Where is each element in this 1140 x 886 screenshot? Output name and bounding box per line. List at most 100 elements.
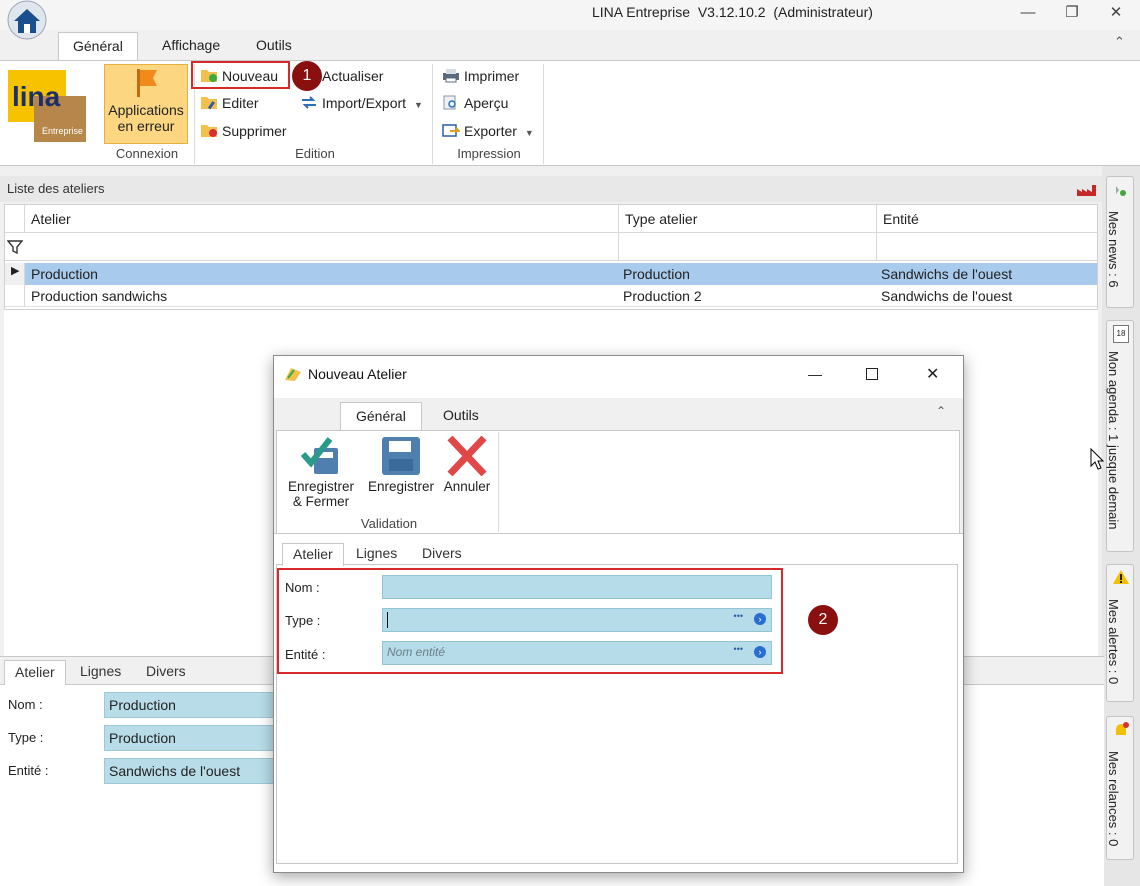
- logo-text: lina: [12, 81, 61, 112]
- enregistrer-button[interactable]: Enregistrer: [364, 436, 438, 494]
- tab-general[interactable]: Général: [58, 32, 138, 60]
- detail-type-field[interactable]: Production: [104, 725, 274, 751]
- logo-subtext: Entreprise: [42, 126, 83, 136]
- restore-button[interactable]: ❐: [1060, 4, 1084, 24]
- column-header-entite[interactable]: Entité: [877, 205, 1097, 233]
- dialog-maximize-button[interactable]: [866, 368, 878, 380]
- type-input[interactable]: ••• ›: [382, 608, 772, 632]
- detail-tab-divers[interactable]: Divers: [136, 660, 196, 684]
- news-icon: [1116, 186, 1126, 196]
- dialog-minimize-button[interactable]: —: [808, 366, 822, 382]
- supprimer-button[interactable]: Supprimer: [198, 120, 287, 142]
- type-open-icon[interactable]: ›: [754, 613, 766, 625]
- exporter-label: Exporter: [464, 123, 517, 139]
- factory-icon[interactable]: [1076, 183, 1098, 197]
- column-header-atelier[interactable]: Atelier: [25, 205, 619, 233]
- row-selector[interactable]: ▶: [5, 263, 25, 285]
- import-export-button[interactable]: Import/Export ▼: [298, 92, 423, 114]
- actualiser-label: Actualiser: [322, 68, 384, 84]
- dialog-subtab-divers[interactable]: Divers: [412, 543, 472, 565]
- minimize-button[interactable]: —: [1016, 4, 1040, 24]
- detail-type-label: Type :: [8, 730, 44, 745]
- alertes-label: Mes alertes : 0: [1106, 599, 1121, 685]
- filter-icon[interactable]: [7, 239, 23, 255]
- column-header-type-atelier[interactable]: Type atelier: [619, 205, 877, 233]
- detail-tab-lignes[interactable]: Lignes: [70, 660, 131, 684]
- entite-lookup-button[interactable]: •••: [734, 644, 743, 654]
- filter-row[interactable]: [5, 233, 1097, 261]
- detail-nom-field[interactable]: Production: [104, 692, 274, 718]
- group-divider: [432, 64, 433, 164]
- cell-type-atelier: Production: [623, 266, 690, 282]
- detail-entite-field[interactable]: Sandwichs de l'ouest: [104, 758, 274, 784]
- enregistrer-fermer-label: Enregistrer & Fermer: [287, 479, 355, 509]
- nouveau-label: Nouveau: [222, 68, 279, 84]
- tab-affichage[interactable]: Affichage: [148, 32, 234, 60]
- list-title: Liste des ateliers: [7, 181, 105, 196]
- imprimer-label: Imprimer: [464, 68, 520, 84]
- side-tab-relances[interactable]: Mes relances : 0: [1106, 716, 1134, 860]
- apercu-label: Aperçu: [464, 95, 509, 111]
- close-button[interactable]: ✕: [1104, 4, 1128, 24]
- cell-entite: Sandwichs de l'ouest: [881, 288, 1013, 304]
- agenda-label: Mon agenda : 1 jusque demain: [1106, 351, 1121, 530]
- exporter-button[interactable]: Exporter ▼: [440, 120, 534, 142]
- new-folder-icon: [201, 70, 217, 82]
- table-row[interactable]: ▶ Production Production Sandwichs de l'o…: [5, 263, 1097, 285]
- title-bar: [0, 0, 1140, 30]
- actualiser-button[interactable]: Actualiser: [298, 65, 383, 87]
- detail-nom-label: Nom :: [8, 697, 43, 712]
- dialog-subtab-atelier[interactable]: Atelier: [282, 543, 344, 566]
- lina-logo: lina Entreprise: [6, 66, 88, 146]
- dialog-tab-outils[interactable]: Outils: [430, 402, 492, 428]
- delete-folder-icon: [201, 125, 217, 137]
- bell-icon: [1116, 722, 1129, 735]
- table-row[interactable]: Production sandwichs Production 2 Sandwi…: [5, 285, 1097, 307]
- side-tab-agenda[interactable]: 18 Mon agenda : 1 jusque demain: [1106, 320, 1134, 552]
- entite-input[interactable]: Nom entité ••• ›: [382, 641, 772, 665]
- group-label-connexion: Connexion: [115, 146, 179, 161]
- cell-entite: Sandwichs de l'ouest: [881, 266, 1013, 282]
- export-icon: [442, 124, 460, 137]
- validation-group-label: Validation: [360, 516, 418, 531]
- annuler-button[interactable]: Annuler: [440, 435, 494, 494]
- imprimer-button[interactable]: Imprimer: [440, 65, 519, 87]
- group-label-impression: Impression: [457, 146, 521, 161]
- detail-entite-label: Entité :: [8, 763, 49, 778]
- dialog-title: Nouveau Atelier: [308, 366, 407, 382]
- entite-placeholder: Nom entité: [387, 645, 446, 659]
- nom-input[interactable]: [382, 575, 772, 599]
- entite-open-icon[interactable]: ›: [754, 646, 766, 658]
- enregistrer-label: Enregistrer: [367, 479, 435, 494]
- detail-tab-atelier[interactable]: Atelier: [4, 660, 66, 685]
- atelier-icon: [285, 368, 301, 381]
- row-selector[interactable]: [5, 285, 25, 307]
- ateliers-grid: Atelier Type atelier Entité ▶ Production…: [4, 204, 1098, 310]
- editer-label: Editer: [222, 95, 259, 111]
- side-tab-alertes[interactable]: Mes alertes : 0: [1106, 564, 1134, 702]
- tab-outils[interactable]: Outils: [242, 32, 306, 60]
- apercu-button[interactable]: Aperçu: [440, 92, 508, 114]
- app-home-icon[interactable]: [4, 0, 50, 44]
- edit-folder-icon: [201, 97, 217, 110]
- nouveau-button[interactable]: Nouveau: [198, 65, 278, 87]
- dialog-close-button[interactable]: ✕: [926, 364, 939, 384]
- side-tab-news[interactable]: Mes news : 6: [1106, 176, 1134, 308]
- enregistrer-fermer-button[interactable]: Enregistrer & Fermer: [284, 436, 358, 509]
- news-label: Mes news : 6: [1106, 211, 1121, 288]
- applications-en-erreur-button[interactable]: Applications en erreur: [104, 64, 188, 144]
- ribbon-collapse-icon[interactable]: ⌃: [1114, 34, 1125, 50]
- window-title: LINA Entreprise V3.12.10.2 (Administrate…: [592, 4, 873, 20]
- group-divider: [498, 432, 499, 532]
- group-divider: [543, 64, 544, 164]
- type-lookup-button[interactable]: •••: [734, 611, 743, 621]
- dialog-subtab-lignes[interactable]: Lignes: [346, 543, 407, 565]
- mouse-cursor-icon: [1090, 448, 1104, 470]
- import-export-label: Import/Export: [322, 95, 407, 111]
- editer-button[interactable]: Editer: [198, 92, 259, 114]
- cell-atelier: Production sandwichs: [31, 288, 168, 304]
- dialog-tab-general[interactable]: Général: [340, 402, 422, 431]
- dialog-ribbon-collapse-icon[interactable]: ⌃: [936, 404, 946, 418]
- cancel-x-icon: [447, 435, 487, 477]
- warning-icon: [1113, 570, 1129, 584]
